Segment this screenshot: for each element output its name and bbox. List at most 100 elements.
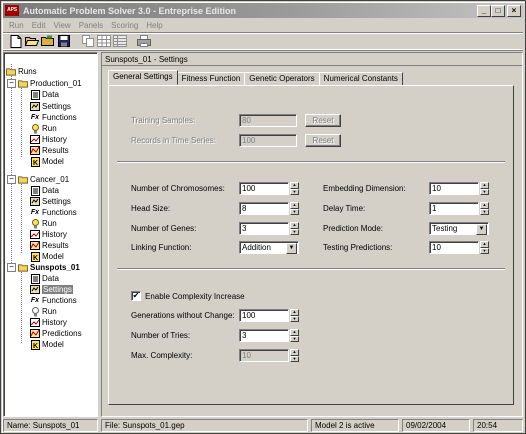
tree-item-model[interactable]: K Model xyxy=(30,339,64,350)
print-icon[interactable] xyxy=(137,34,151,48)
tree-run-sunspots[interactable]: Sunspots_01 xyxy=(18,262,80,273)
tree-item-settings[interactable]: Settings xyxy=(30,196,71,207)
spin-down-icon[interactable]: ▼ xyxy=(290,208,299,215)
spin-down-icon[interactable]: ▼ xyxy=(480,208,489,215)
tree-item-settings[interactable]: Settings xyxy=(30,101,71,112)
chromosomes-spinner[interactable]: ▲ ▼ xyxy=(290,182,299,195)
tree-item-functions[interactable]: Fx Functions xyxy=(30,112,77,123)
records-field: 100 xyxy=(239,134,297,147)
maximize-button[interactable]: □ xyxy=(491,4,505,17)
history-icon xyxy=(30,230,40,240)
runs-tree[interactable]: Runs − Production_01 Data Settings Fx Fun… xyxy=(3,52,98,417)
tree-item-history[interactable]: History xyxy=(30,134,67,145)
collapse-icon[interactable]: − xyxy=(7,79,16,88)
collapse-icon[interactable]: − xyxy=(7,263,16,272)
grid-icon[interactable] xyxy=(97,34,111,48)
toolbar xyxy=(3,32,523,50)
delay-time-spinner[interactable]: ▲ ▼ xyxy=(480,202,489,215)
tree-item-run[interactable]: Run xyxy=(30,306,57,317)
table-icon[interactable] xyxy=(113,34,127,48)
tree-item-run[interactable]: Run xyxy=(30,218,57,229)
open-folder-icon[interactable] xyxy=(41,34,55,48)
complexity-checkbox[interactable]: ✔ xyxy=(131,291,141,301)
menu-help[interactable]: Help xyxy=(142,21,166,30)
tree-item-data[interactable]: Data xyxy=(30,89,59,100)
chromosomes-field[interactable]: 100 xyxy=(239,182,289,195)
tree-item-history[interactable]: History xyxy=(30,317,67,328)
tree-label: Run xyxy=(42,219,57,228)
tree-item-results[interactable]: Results xyxy=(30,145,69,156)
settings-tabs: General Settings Fitness Function Geneti… xyxy=(108,70,403,85)
prediction-mode-select[interactable]: Testing ▼ xyxy=(429,222,489,235)
training-samples-field: 80 xyxy=(239,114,297,127)
tree-item-results[interactable]: Results xyxy=(30,240,69,251)
tree-item-model[interactable]: K Model xyxy=(30,156,64,167)
records-label: Records in Time Series: xyxy=(131,136,216,145)
embedding-dimension-spinner[interactable]: ▲ ▼ xyxy=(480,182,489,195)
tree-run-cancer[interactable]: Cancer_01 xyxy=(18,174,69,185)
generations-label: Generations without Change: xyxy=(131,311,235,320)
spin-down-icon[interactable]: ▼ xyxy=(480,247,489,254)
head-size-spinner[interactable]: ▲ ▼ xyxy=(290,202,299,215)
prediction-mode-value: Testing xyxy=(432,224,458,233)
spin-down-icon[interactable]: ▼ xyxy=(480,188,489,195)
svg-text:K: K xyxy=(32,255,37,262)
testing-predictions-spinner[interactable]: ▲ ▼ xyxy=(480,241,489,254)
tree-item-predictions[interactable]: Predictions xyxy=(30,328,82,339)
genes-field[interactable]: 3 xyxy=(239,222,289,235)
svg-text:K: K xyxy=(32,343,37,350)
tree-label: Functions xyxy=(42,296,77,305)
title-bar[interactable]: APS Automatic Problem Solver 3.0 - Entre… xyxy=(3,3,523,18)
tree-item-functions[interactable]: Fx Functions xyxy=(30,295,77,306)
tree-root-runs[interactable]: Runs xyxy=(6,66,37,77)
tab-numerical-constants[interactable]: Numerical Constants xyxy=(318,72,403,85)
history-icon xyxy=(30,318,40,328)
embedding-dimension-field[interactable]: 10 xyxy=(429,182,479,195)
tab-general-settings[interactable]: General Settings xyxy=(108,70,178,85)
tree-item-data[interactable]: Data xyxy=(30,273,59,284)
close-button[interactable]: × xyxy=(507,4,521,17)
tree-item-data[interactable]: Data xyxy=(30,185,59,196)
menu-scoring[interactable]: Scoring xyxy=(107,21,142,30)
max-complexity-spinner: ▲ ▼ xyxy=(290,349,299,362)
menu-panels[interactable]: Panels xyxy=(75,21,107,30)
genes-spinner[interactable]: ▲ ▼ xyxy=(290,222,299,235)
spin-down-icon[interactable]: ▼ xyxy=(290,335,299,342)
menu-view[interactable]: View xyxy=(49,21,74,30)
tree-run-production[interactable]: Production_01 xyxy=(18,78,82,89)
tab-genetic-operators[interactable]: Genetic Operators xyxy=(244,72,320,85)
spin-down-icon[interactable]: ▼ xyxy=(290,228,299,235)
generations-spinner[interactable]: ▲ ▼ xyxy=(290,309,299,322)
open-icon[interactable] xyxy=(25,34,39,48)
tree-item-run[interactable]: Run xyxy=(30,123,57,134)
tree-item-functions[interactable]: Fx Functions xyxy=(30,207,77,218)
delay-time-label: Delay Time: xyxy=(323,204,366,213)
tries-spinner[interactable]: ▲ ▼ xyxy=(290,329,299,342)
tab-fitness-function[interactable]: Fitness Function xyxy=(176,72,246,85)
tree-item-model[interactable]: K Model xyxy=(30,251,64,262)
linking-function-select[interactable]: Addition ▼ xyxy=(239,241,299,254)
generations-field[interactable]: 100 xyxy=(239,309,289,322)
spin-down-icon[interactable]: ▼ xyxy=(290,315,299,322)
testing-predictions-field[interactable]: 10 xyxy=(429,241,479,254)
menu-edit[interactable]: Edit xyxy=(28,21,50,30)
copy-icon[interactable] xyxy=(81,34,95,48)
save-icon[interactable] xyxy=(57,34,71,48)
head-size-field[interactable]: 8 xyxy=(239,202,289,215)
spin-down-icon[interactable]: ▼ xyxy=(290,188,299,195)
chevron-down-icon[interactable]: ▼ xyxy=(476,224,487,235)
tries-field[interactable]: 3 xyxy=(239,329,289,342)
tree-label: Predictions xyxy=(42,329,82,338)
menu-bar: Run Edit View Panels Scoring Help xyxy=(3,19,523,31)
app-logo-icon: APS xyxy=(5,5,19,16)
chevron-down-icon[interactable]: ▼ xyxy=(286,243,297,254)
tree-label: Run xyxy=(42,307,57,316)
collapse-icon[interactable]: − xyxy=(7,175,16,184)
delay-time-field[interactable]: 1 xyxy=(429,202,479,215)
run-icon xyxy=(30,218,40,229)
minimize-button[interactable]: _ xyxy=(477,4,491,17)
new-icon[interactable] xyxy=(9,34,23,48)
menu-run[interactable]: Run xyxy=(3,21,28,30)
tree-item-history[interactable]: History xyxy=(30,229,67,240)
tree-item-settings-selected[interactable]: Settings xyxy=(30,284,73,295)
